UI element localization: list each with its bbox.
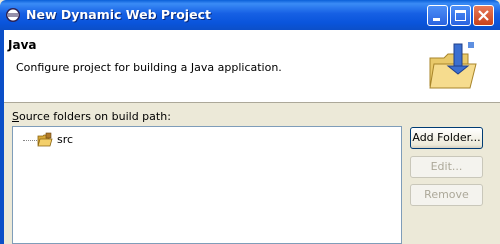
source-folders-label: Source folders on build path:	[12, 110, 171, 123]
add-folder-button[interactable]: Add Folder...	[410, 127, 483, 149]
close-button[interactable]	[473, 5, 494, 26]
header-banner: Java Configure project for building a Ja…	[4, 30, 500, 103]
page-description: Configure project for building a Java ap…	[16, 61, 282, 74]
close-icon	[478, 10, 489, 21]
title-bar[interactable]: New Dynamic Web Project	[0, 0, 500, 30]
java-project-folder-icon	[424, 38, 480, 94]
remove-button[interactable]: Remove	[410, 184, 483, 206]
tree-connector	[23, 140, 37, 141]
eclipse-icon	[5, 7, 21, 23]
source-folders-tree[interactable]: src	[12, 126, 402, 244]
maximize-button[interactable]	[450, 5, 471, 26]
edit-button[interactable]: Edit...	[410, 156, 483, 178]
maximize-icon	[455, 10, 466, 21]
minimize-button[interactable]	[427, 5, 448, 26]
tree-item-label: src	[57, 133, 74, 146]
window-title: New Dynamic Web Project	[26, 7, 211, 22]
dialog-window: New Dynamic Web Project Java Configure p…	[0, 0, 500, 244]
page-title: Java	[8, 38, 37, 52]
minimize-icon	[433, 18, 440, 21]
package-folder-icon	[37, 132, 53, 148]
